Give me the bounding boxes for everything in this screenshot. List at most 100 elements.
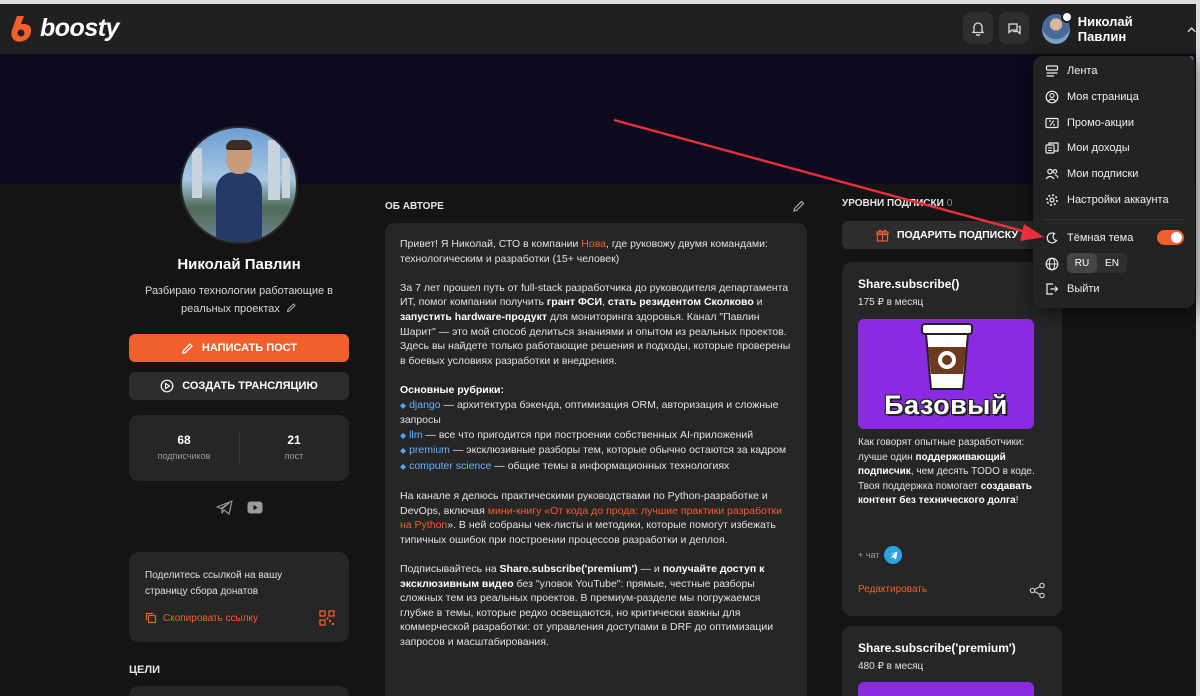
rubric-tag-django[interactable]: django	[409, 399, 441, 411]
stats-card: 68 подписчиков 21 пост	[129, 415, 349, 481]
rubric-tag-computer-science[interactable]: computer science	[409, 460, 491, 472]
share-text: Поделитесь ссылкой на вашу страницу сбор…	[145, 570, 283, 597]
percent-ticket-icon	[1045, 117, 1059, 129]
logout-icon	[1046, 283, 1059, 295]
rubrics-title: Основные рубрики:	[400, 383, 504, 396]
user-menu-toggle[interactable]: Николай Павлин	[1042, 11, 1196, 46]
subscribers-stat[interactable]: 68 подписчиков	[129, 433, 239, 461]
menu-item-label: Настройки аккаунта	[1067, 194, 1169, 206]
posts-count: 21	[287, 433, 301, 447]
gear-icon	[1046, 194, 1058, 206]
avatar	[1042, 11, 1073, 44]
goals-title: ЦЕЛИ	[129, 664, 160, 676]
feed-icon	[1045, 65, 1059, 77]
tier-name: Share.subscribe()	[858, 277, 960, 291]
pencil-icon[interactable]	[286, 302, 297, 313]
menu-item-label: Промо-акции	[1067, 117, 1135, 129]
menu-item-label: Мои подписки	[1067, 168, 1139, 180]
top-bar: boosty Николай Павлин	[0, 4, 1196, 54]
users-icon	[1045, 168, 1059, 180]
messages-button[interactable]	[999, 12, 1029, 44]
menu-item-income[interactable]: Мои доходы	[1033, 136, 1195, 160]
telegram-icon	[884, 546, 903, 564]
tier-description: Как говорят опытные разработчики: лучше …	[858, 437, 1035, 507]
company-link[interactable]: Нова	[581, 238, 606, 250]
tier-card-premium[interactable]: Share.subscribe('premium') 480 ₽ в месяц	[842, 626, 1062, 696]
menu-divider	[1043, 219, 1185, 220]
chevron-up-icon	[1187, 26, 1196, 32]
about-card: Привет! Я Николай, СТО в компании Нова, …	[385, 223, 807, 696]
dark-theme-toggle[interactable]	[1157, 230, 1184, 245]
play-circle-icon	[160, 379, 174, 393]
edit-tier-link[interactable]: Редактировать	[858, 584, 927, 595]
tier-card-basic[interactable]: Share.subscribe() 175 ₽ в месяц Базовый …	[842, 262, 1062, 616]
menu-item-subscriptions[interactable]: Мои подписки	[1033, 162, 1195, 186]
toggle-knob	[1171, 232, 1182, 243]
write-post-button[interactable]: НАПИСАТЬ ПОСТ	[129, 334, 349, 362]
gift-subscription-button[interactable]: ПОДАРИТЬ ПОДПИСКУ	[842, 221, 1052, 249]
posts-stat[interactable]: 21 пост	[239, 433, 349, 461]
boosty-logo[interactable]: boosty	[8, 14, 119, 43]
profile-avatar	[180, 126, 298, 244]
user-circle-icon	[1045, 90, 1059, 104]
bell-icon	[971, 21, 985, 36]
chat-icon	[1007, 22, 1021, 35]
profile-description-text: Разбираю технологии работающие в реальны…	[144, 285, 334, 315]
subscription-levels-title: УРОВНИ ПОДПИСКИ 0	[842, 198, 953, 209]
create-stream-label: СОЗДАТЬ ТРАНСЛЯЦИЮ	[182, 380, 318, 392]
menu-item-logout[interactable]: Выйти	[1033, 277, 1195, 301]
menu-item-label: Выйти	[1067, 283, 1100, 295]
profile-name: Николай Павлин	[177, 256, 301, 273]
levels-count: 0	[946, 198, 953, 209]
write-post-label: НАПИСАТЬ ПОСТ	[201, 342, 298, 354]
menu-item-label: Моя страница	[1067, 91, 1139, 103]
language-en-button[interactable]: EN	[1097, 253, 1127, 273]
tier-price: 175 ₽ в месяц	[858, 297, 924, 308]
goals-card	[129, 686, 349, 696]
qr-code-icon[interactable]	[319, 610, 335, 626]
notifications-button[interactable]	[963, 12, 993, 44]
tier-image-text: Базовый	[884, 390, 1008, 420]
profile-description: Разбираю технологии работающие в реальны…	[129, 282, 349, 318]
globe-icon	[1045, 257, 1059, 271]
tier-name: Share.subscribe('premium')	[858, 641, 1016, 655]
youtube-icon[interactable]	[247, 501, 263, 514]
avatar-badge	[1060, 11, 1073, 23]
tier-image: Базовый	[858, 319, 1034, 429]
menu-item-feed[interactable]: Лента	[1033, 59, 1195, 83]
cover-banner	[0, 54, 1196, 184]
tier-chat-info: + чат	[858, 546, 903, 564]
about-paragraph: Привет! Я Николай, СТО в компании Нова, …	[400, 238, 768, 265]
boosty-logo-icon	[11, 15, 32, 42]
subscribers-label: подписчиков	[157, 451, 211, 461]
tier-price: 480 ₽ в месяц	[858, 661, 924, 672]
menu-item-account-settings[interactable]: Настройки аккаунта	[1033, 188, 1195, 212]
menu-item-promo[interactable]: Промо-акции	[1033, 111, 1195, 135]
share-icon[interactable]	[1029, 582, 1046, 599]
logo-text: boosty	[40, 14, 119, 42]
posts-label: пост	[284, 451, 304, 461]
menu-item-my-page[interactable]: Моя страница	[1033, 85, 1195, 109]
about-paragraph: Подписывайтесь на Share.subscribe('premi…	[400, 563, 774, 649]
gift-icon	[876, 229, 889, 242]
menu-item-label: Мои доходы	[1067, 142, 1130, 154]
rubrics-list: Основные рубрики: ◆ django — архитектура…	[400, 383, 787, 472]
header-user-name: Николай Павлин	[1077, 14, 1133, 44]
rubric-tag-llm[interactable]: llm	[409, 429, 422, 441]
moon-icon	[1046, 232, 1058, 244]
tier-image	[858, 682, 1034, 696]
edit-about-icon[interactable]	[792, 199, 806, 213]
copy-link-button[interactable]: Скопировать ссылку	[145, 612, 258, 624]
subscribers-count: 68	[177, 433, 191, 447]
rubric-tag-premium[interactable]: premium	[409, 444, 450, 456]
telegram-icon[interactable]	[216, 500, 233, 515]
coins-icon	[1045, 142, 1059, 154]
menu-item-label: Тёмная тема	[1067, 232, 1134, 244]
window-frame-right	[1196, 0, 1200, 696]
create-stream-button[interactable]: СОЗДАТЬ ТРАНСЛЯЦИЮ	[129, 372, 349, 400]
language-ru-button[interactable]: RU	[1067, 253, 1097, 273]
copy-link-label: Скопировать ссылку	[163, 612, 259, 624]
gift-subscription-label: ПОДАРИТЬ ПОДПИСКУ	[896, 229, 1018, 241]
about-paragraph: На канале я делюсь практическими руковод…	[400, 490, 782, 546]
tier-chat-label: + чат	[858, 550, 880, 560]
